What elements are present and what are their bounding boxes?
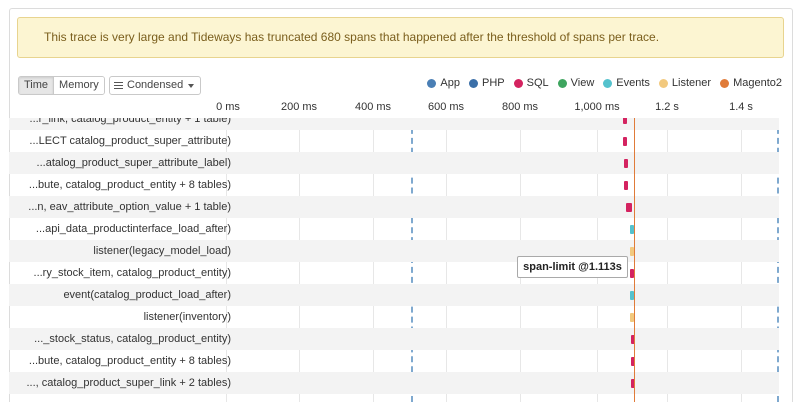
axis-tick-label: 400 ms [354, 101, 392, 113]
condensed-dropdown[interactable]: Condensed [109, 76, 202, 95]
span-label: ...api_data_productinterface_load_after) [35, 223, 231, 235]
legend-label: PHP [481, 77, 505, 89]
span-row[interactable]: ...atalog_product_super_attribute_label) [9, 152, 779, 174]
span-limit-line [634, 118, 635, 402]
legend: App PHP SQL View Events Listener Magento2 [427, 76, 782, 91]
listener-dot-icon [658, 79, 668, 88]
axis-tick-label: 800 ms [501, 101, 539, 113]
legend-item-magento2[interactable]: Magento2 [720, 76, 782, 91]
span-label: ...LECT catalog_product_super_attribute) [29, 135, 231, 147]
legend-item-listener[interactable]: Listener [658, 76, 712, 91]
memory-toggle-button[interactable]: Memory [53, 77, 104, 94]
axis-tick-label: 1.4 s [729, 101, 753, 113]
caret-down-icon [188, 83, 195, 88]
legend-label: Listener [671, 77, 712, 89]
axis-tick-label: 0 ms [216, 101, 240, 113]
span-bar-sql[interactable] [623, 137, 627, 146]
span-label: ...atalog_product_super_attribute_label) [36, 157, 231, 169]
span-row[interactable]: listener(legacy_model_load) [9, 240, 779, 262]
sql-dot-icon [513, 79, 523, 88]
span-row[interactable]: event(catalog_product_load_after) [9, 284, 779, 306]
span-row[interactable]: ...r_link, catalog_product_entity + 1 ta… [9, 118, 779, 130]
view-mode-toggle: Time Memory [18, 76, 105, 95]
span-label: ...bute, catalog_product_entity + 8 tabl… [28, 355, 231, 367]
span-row[interactable]: ...LECT catalog_product_super_attribute) [9, 130, 779, 152]
time-toggle-button[interactable]: Time [19, 77, 54, 94]
span-row[interactable]: ..._stock_status, catalog_product_entity… [9, 328, 779, 350]
events-dot-icon [603, 79, 613, 88]
span-limit-tooltip: span-limit @1.113s [517, 256, 628, 278]
legend-item-events[interactable]: Events [603, 76, 650, 91]
axis-tick-label: 200 ms [280, 101, 318, 113]
span-label: listener(legacy_model_load) [93, 245, 231, 257]
legend-label: View [570, 77, 595, 89]
span-label: ...bute, catalog_product_entity + 8 tabl… [28, 179, 231, 191]
magento2-dot-icon [720, 79, 730, 88]
legend-label: Events [616, 77, 650, 89]
span-row[interactable]: ...bute, catalog_product_entity + 8 tabl… [9, 350, 779, 372]
condensed-label: Condensed [127, 79, 184, 91]
legend-item-app[interactable]: App [427, 76, 460, 91]
legend-item-view[interactable]: View [557, 76, 595, 91]
legend-item-sql[interactable]: SQL [513, 76, 549, 91]
span-row[interactable]: ..., catalog_product_super_link + 2 tabl… [9, 372, 779, 394]
legend-item-php[interactable]: PHP [468, 76, 505, 91]
span-row[interactable]: ...bute, catalog_product_entity + 8 tabl… [9, 174, 779, 196]
time-axis: 0 ms 200 ms 400 ms 600 ms 800 ms 1,000 ms 1.2 … [0, 98, 800, 118]
span-row[interactable]: listener(inventory) [9, 306, 779, 328]
span-bar-sql[interactable] [623, 118, 627, 124]
span-label: ...n, eav_attribute_option_value + 1 tab… [28, 201, 231, 213]
span-row[interactable]: ...ry_stock_item, catalog_product_entity… [9, 262, 779, 284]
app-dot-icon [427, 79, 437, 88]
span-label: event(catalog_product_load_after) [63, 289, 231, 301]
span-timeline: ...r_link, catalog_product_entity + 1 ta… [9, 118, 793, 402]
span-label: ...r_link, catalog_product_entity + 1 ta… [29, 118, 231, 125]
php-dot-icon [468, 79, 478, 88]
axis-tick-label: 1.2 s [655, 101, 679, 113]
span-label: listener(inventory) [143, 311, 231, 323]
truncation-warning: This trace is very large and Tideways ha… [17, 17, 784, 58]
span-bar-sql[interactable] [624, 159, 628, 168]
span-row[interactable]: ...n, eav_attribute_option_value + 1 tab… [9, 196, 779, 218]
span-label: ..., catalog_product_super_link + 2 tabl… [26, 377, 231, 389]
list-icon [114, 81, 123, 90]
axis-tick-label: 1,000 ms [574, 101, 620, 113]
span-label: ..._stock_status, catalog_product_entity… [34, 333, 231, 345]
legend-label: App [440, 77, 460, 89]
span-label: ...ry_stock_item, catalog_product_entity… [33, 267, 231, 279]
axis-tick-label: 600 ms [427, 101, 465, 113]
span-bar-sql[interactable] [624, 181, 628, 190]
span-bar-sql[interactable] [626, 203, 632, 212]
span-row[interactable]: ...api_data_productinterface_load_after) [9, 218, 779, 240]
legend-label: Magento2 [733, 77, 782, 89]
legend-label: SQL [526, 77, 549, 89]
view-dot-icon [557, 79, 567, 88]
